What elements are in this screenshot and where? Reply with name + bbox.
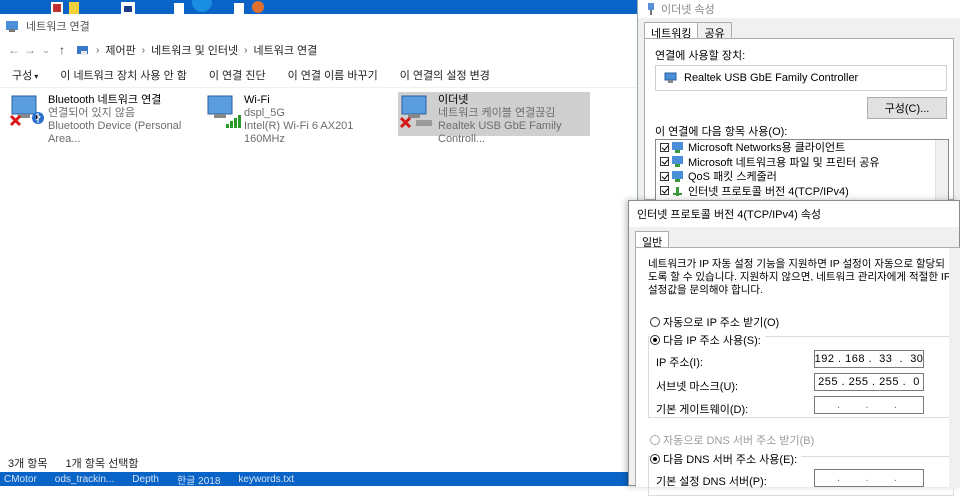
network-folder-icon bbox=[6, 21, 18, 32]
panel-scrollbar[interactable] bbox=[949, 248, 960, 488]
manual-ip-radio[interactable]: 다음 IP 주소 사용(S): bbox=[650, 332, 765, 348]
taskbar-item[interactable]: CMotor bbox=[4, 474, 37, 485]
subnet-mask-label: 서브넷 마스크(U): bbox=[656, 381, 739, 393]
connection-status: dspl_5G bbox=[244, 107, 285, 119]
bluetooth-adapter-icon bbox=[8, 92, 48, 136]
ethernet-icon bbox=[648, 3, 654, 15]
radio-button[interactable] bbox=[650, 335, 660, 345]
general-panel: 네트워크가 IP 자동 설정 기능을 지원하면 IP 설정이 자동으로 할당되도… bbox=[635, 247, 960, 496]
breadcrumb: › 제어판 › 네트워크 및 인터넷 › 네트워크 연결 bbox=[76, 42, 317, 58]
change-settings-button[interactable]: 이 연결의 설정 변경 bbox=[400, 67, 490, 83]
list-item[interactable]: Microsoft 네트워크용 파일 및 프린터 공유 bbox=[656, 155, 948, 170]
list-scrollbar[interactable] bbox=[935, 140, 948, 200]
list-item[interactable]: QoS 패킷 스케줄러 bbox=[656, 169, 948, 184]
status-bar: 3개 항목 1개 항목 선택함 bbox=[0, 454, 640, 472]
selected-count: 1개 항목 선택함 bbox=[65, 458, 139, 470]
preferred-dns-label: 기본 설정 DNS 서버(P): bbox=[656, 476, 767, 488]
connection-status: 연결되어 있지 않음 bbox=[48, 107, 136, 119]
network-service-icon bbox=[672, 156, 683, 168]
description-text: 네트워크가 IP 자동 설정 기능을 지원하면 IP 설정이 자동으로 할당되도… bbox=[648, 258, 951, 296]
auto-dns-radio[interactable]: 자동으로 DNS 서버 주소 받기(B) bbox=[650, 432, 814, 448]
taskbar-item[interactable]: 한글 2018 bbox=[177, 472, 220, 487]
network-protocol-icon bbox=[673, 187, 682, 197]
connection-item-ethernet[interactable]: 이더넷 네트워크 케이블 연결끊김 Realtek USB GbE Family… bbox=[398, 92, 590, 145]
manual-dns-radio[interactable]: 다음 DNS 서버 주소 사용(E): bbox=[650, 451, 802, 467]
connection-item-bluetooth[interactable]: Bluetooth 네트워크 연결 연결되어 있지 않음 Bluetooth D… bbox=[8, 92, 198, 145]
app-icon[interactable] bbox=[232, 0, 268, 14]
gateway-field[interactable]: . . . bbox=[814, 396, 924, 414]
app-icon[interactable] bbox=[50, 0, 64, 14]
device-name: Realtek USB GbE Family Controller bbox=[684, 72, 859, 84]
connection-name: 이더넷 bbox=[438, 94, 469, 106]
dialog-title-bar: 이더넷 속성 bbox=[638, 0, 960, 18]
network-service-icon bbox=[672, 170, 683, 182]
connect-using-label: 연결에 사용할 장치: bbox=[655, 50, 746, 62]
checkbox[interactable] bbox=[660, 157, 669, 167]
components-list[interactable]: Microsoft Networks용 클라이언트 Microsoft 네트워크… bbox=[655, 139, 949, 201]
list-item[interactable]: Microsoft Networks용 클라이언트 bbox=[656, 140, 948, 155]
app-icon[interactable] bbox=[120, 0, 136, 14]
connection-name: Bluetooth 네트워크 연결 bbox=[48, 94, 162, 106]
command-bar: 구성 ▾ 이 네트워크 장치 사용 안 함 이 연결 진단 이 연결 이름 바꾸기… bbox=[0, 62, 640, 88]
app-icon[interactable] bbox=[172, 0, 212, 14]
taskbar-item[interactable]: Depth bbox=[132, 474, 159, 485]
checkbox[interactable] bbox=[660, 171, 669, 181]
connections-list: Bluetooth 네트워크 연결 연결되어 있지 않음 Bluetooth D… bbox=[0, 92, 640, 152]
radio-button[interactable] bbox=[650, 317, 660, 327]
taskbar-item[interactable]: ods_trackin... bbox=[55, 474, 114, 485]
network-client-icon bbox=[672, 141, 683, 153]
taskbar-item[interactable]: keywords.txt bbox=[238, 474, 294, 485]
networking-panel: 연결에 사용할 장치: Realtek USB GbE Family Contr… bbox=[644, 38, 954, 201]
connection-device: Intel(R) Wi-Fi 6 AX201 160MHz bbox=[244, 120, 354, 145]
up-icon[interactable]: ↑ bbox=[54, 43, 70, 57]
dialog-title: 이더넷 속성 bbox=[661, 4, 715, 16]
ip-address-label: IP 주소(I): bbox=[656, 357, 703, 369]
explorer-window: 네트워크 연결 ← → ⌄ ↑ › 제어판 › 네트워크 및 인터넷 › 네트워… bbox=[0, 14, 640, 472]
radio-button[interactable] bbox=[650, 435, 660, 445]
list-item[interactable]: 인터넷 프로토콜 버전 4(TCP/IPv4) bbox=[656, 184, 948, 199]
ip-address-field[interactable]: 192 . 168 . 33 . 30 bbox=[814, 350, 924, 368]
recent-dropdown-icon[interactable]: ⌄ bbox=[38, 45, 54, 56]
desktop-strip bbox=[0, 0, 640, 14]
connection-name: Wi-Fi bbox=[244, 94, 270, 106]
rename-button[interactable]: 이 연결 이름 바꾸기 bbox=[288, 67, 378, 83]
items-label: 이 연결에 다음 항목 사용(O): bbox=[655, 126, 788, 138]
organize-button[interactable]: 구성 ▾ bbox=[12, 67, 38, 83]
checkbox[interactable] bbox=[660, 186, 669, 196]
address-bar[interactable]: ← → ⌄ ↑ › 제어판 › 네트워크 및 인터넷 › 네트워크 연결 bbox=[0, 38, 640, 62]
dialog-title: 인터넷 프로토콜 버전 4(TCP/IPv4) 속성 bbox=[629, 201, 959, 227]
back-icon[interactable]: ← bbox=[6, 43, 22, 57]
taskbar: CMotor ods_trackin... Depth 한글 2018 keyw… bbox=[0, 472, 640, 487]
configure-button[interactable]: 구성(C)... bbox=[867, 97, 947, 119]
checkbox[interactable] bbox=[660, 142, 669, 152]
forward-icon[interactable]: → bbox=[22, 43, 38, 57]
title-bar: 네트워크 연결 bbox=[0, 14, 640, 38]
gateway-label: 기본 게이트웨이(D): bbox=[656, 404, 749, 416]
breadcrumb-item[interactable]: 제어판 bbox=[105, 42, 135, 58]
connection-status: 네트워크 케이블 연결끊김 bbox=[438, 107, 556, 119]
ethernet-properties-dialog: 이더넷 속성 네트워킹 공유 연결에 사용할 장치: Realtek USB G… bbox=[637, 0, 960, 201]
preferred-dns-field[interactable]: . . . bbox=[814, 469, 924, 487]
network-adapter-icon bbox=[664, 72, 677, 83]
wifi-adapter-icon bbox=[204, 92, 244, 136]
ipv4-properties-dialog: 인터넷 프로토콜 버전 4(TCP/IPv4) 속성 일반 네트워크가 IP 자… bbox=[628, 200, 960, 496]
radio-button[interactable] bbox=[650, 454, 660, 464]
breadcrumb-item[interactable]: 네트워크 및 인터넷 bbox=[151, 42, 238, 58]
breadcrumb-item[interactable]: 네트워크 연결 bbox=[253, 42, 317, 58]
connection-device: Bluetooth Device (Personal Area... bbox=[48, 120, 182, 145]
diagnose-button[interactable]: 이 연결 진단 bbox=[209, 67, 266, 83]
subnet-mask-field[interactable]: 255 . 255 . 255 . 0 bbox=[814, 373, 924, 391]
disable-device-button[interactable]: 이 네트워크 장치 사용 안 함 bbox=[60, 67, 187, 83]
auto-ip-radio[interactable]: 자동으로 IP 주소 받기(O) bbox=[650, 314, 779, 330]
device-box: Realtek USB GbE Family Controller bbox=[655, 65, 947, 91]
ethernet-adapter-icon bbox=[398, 92, 438, 136]
window-title: 네트워크 연결 bbox=[26, 21, 90, 33]
connection-item-wifi[interactable]: Wi-Fi dspl_5G Intel(R) Wi-Fi 6 AX201 160… bbox=[204, 92, 394, 145]
control-panel-icon bbox=[77, 46, 88, 55]
connection-device: Realtek USB GbE Family Controll... bbox=[438, 120, 562, 145]
item-count: 3개 항목 bbox=[8, 458, 48, 470]
app-icon[interactable] bbox=[68, 0, 80, 14]
